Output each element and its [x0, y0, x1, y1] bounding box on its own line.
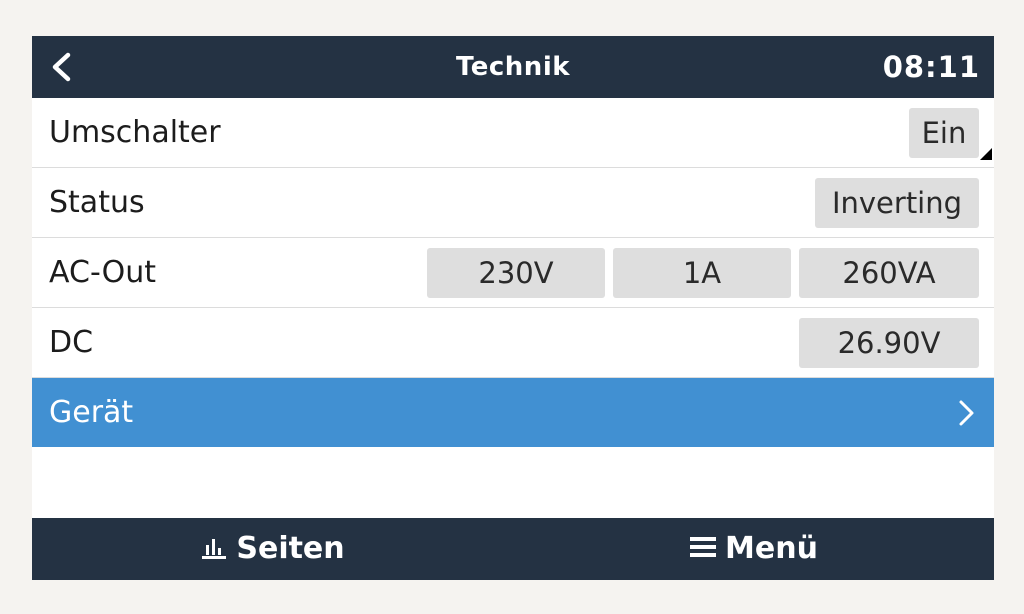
dc-label: DC	[49, 325, 94, 360]
ac-out-power: 260VA	[799, 248, 979, 298]
switch-label: Umschalter	[49, 115, 221, 150]
pages-button[interactable]: Seiten	[32, 518, 513, 580]
row-dc: DC 26.90V	[32, 308, 994, 378]
page-title: Technik	[455, 52, 571, 82]
chevron-right-icon	[959, 400, 974, 426]
edit-indicator-icon	[980, 148, 992, 160]
row-device[interactable]: Gerät	[32, 378, 994, 447]
clock: 08:11	[882, 50, 980, 84]
pages-label: Seiten	[236, 531, 345, 566]
row-switch[interactable]: Umschalter Ein	[32, 98, 994, 168]
switch-value[interactable]: Ein	[909, 108, 979, 158]
bar-chart-icon	[202, 538, 227, 559]
hamburger-menu-icon	[690, 536, 717, 557]
device-label: Gerät	[49, 395, 134, 430]
bottom-bar: Seiten Menü	[32, 518, 994, 580]
title-bar: Technik 08:11	[32, 36, 994, 98]
row-ac-out: AC-Out 230V 1A 260VA	[32, 238, 994, 308]
status-label: Status	[49, 185, 145, 220]
ac-out-label: AC-Out	[49, 255, 156, 290]
ac-out-current: 1A	[613, 248, 791, 298]
menu-label: Menü	[725, 531, 818, 566]
dc-voltage: 26.90V	[799, 318, 979, 368]
ac-out-voltage: 230V	[427, 248, 605, 298]
device-screen: Technik 08:11 Umschalter Ein Status Inve…	[32, 36, 994, 580]
row-status: Status Inverting	[32, 168, 994, 238]
status-value: Inverting	[815, 178, 979, 228]
menu-button[interactable]: Menü	[513, 518, 994, 580]
